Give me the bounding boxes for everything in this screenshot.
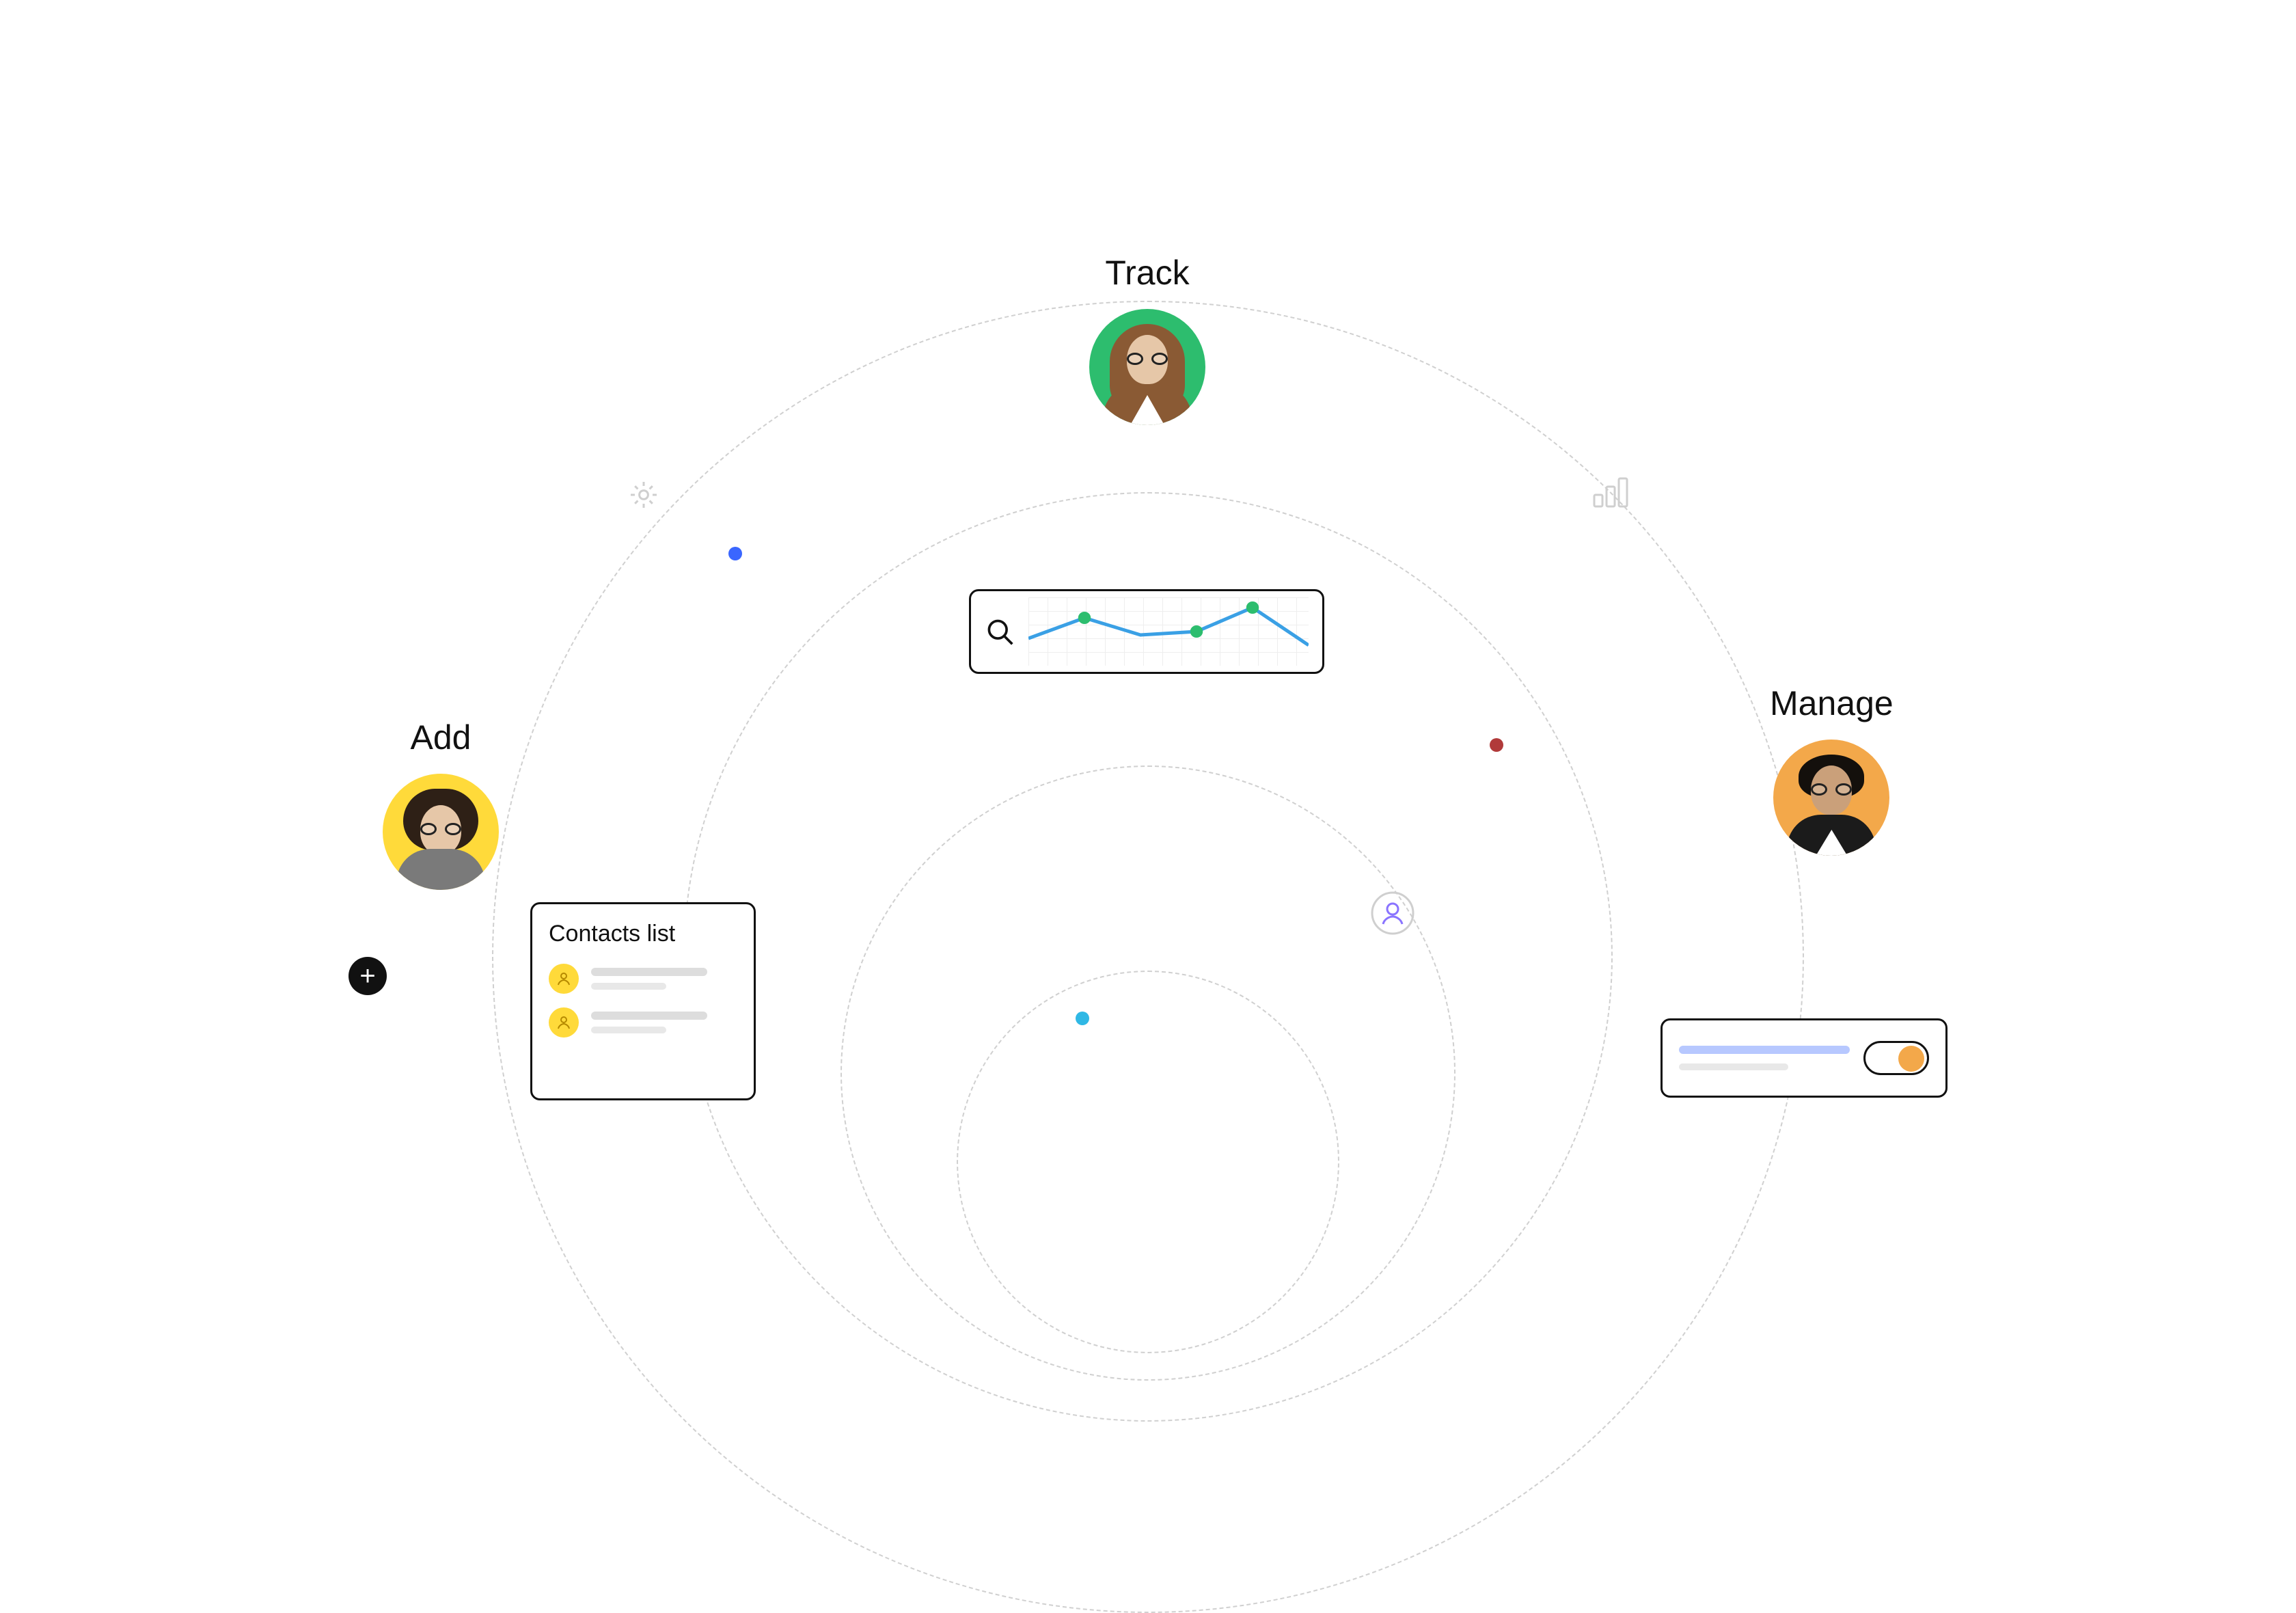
person-manage: Manage bbox=[1770, 683, 1894, 856]
search-icon bbox=[985, 616, 1015, 647]
diagram-stage: Track Add bbox=[0, 0, 2296, 1156]
person-icon bbox=[549, 964, 579, 994]
person-icon bbox=[549, 1007, 579, 1038]
placeholder-line bbox=[591, 983, 666, 990]
avatar-track bbox=[1089, 309, 1205, 425]
contact-row bbox=[549, 1007, 737, 1038]
track-sparkline bbox=[1028, 597, 1309, 666]
plus-icon: + bbox=[348, 957, 387, 995]
label-add: Add bbox=[411, 718, 472, 757]
gear-icon bbox=[627, 478, 660, 515]
person-track: Track bbox=[1089, 253, 1205, 425]
placeholder-line bbox=[1679, 1063, 1788, 1070]
placeholder-line bbox=[591, 1027, 666, 1033]
person-add: Add bbox=[383, 718, 499, 890]
contacts-list-card: Contacts list bbox=[530, 902, 756, 1100]
label-manage: Manage bbox=[1770, 683, 1894, 723]
orbit-dot-red bbox=[1490, 738, 1503, 752]
avatar-manage bbox=[1773, 740, 1889, 856]
placeholder-line bbox=[591, 1012, 707, 1020]
orbit-dot-cyan bbox=[1076, 1012, 1089, 1025]
contact-row bbox=[549, 964, 737, 994]
toggle-icon bbox=[1863, 1041, 1929, 1075]
avatar-add bbox=[383, 774, 499, 890]
label-track: Track bbox=[1105, 253, 1189, 293]
placeholder-line bbox=[591, 968, 707, 976]
user-icon bbox=[1371, 891, 1414, 938]
orbit-ring-4 bbox=[957, 971, 1339, 1353]
bar-chart-icon bbox=[1592, 476, 1629, 512]
manage-toggle-card bbox=[1660, 1018, 1948, 1098]
placeholder-line bbox=[1679, 1046, 1850, 1054]
contacts-list-title: Contacts list bbox=[549, 921, 737, 947]
orbit-dot-blue bbox=[728, 547, 742, 560]
track-chart-card bbox=[969, 589, 1324, 674]
